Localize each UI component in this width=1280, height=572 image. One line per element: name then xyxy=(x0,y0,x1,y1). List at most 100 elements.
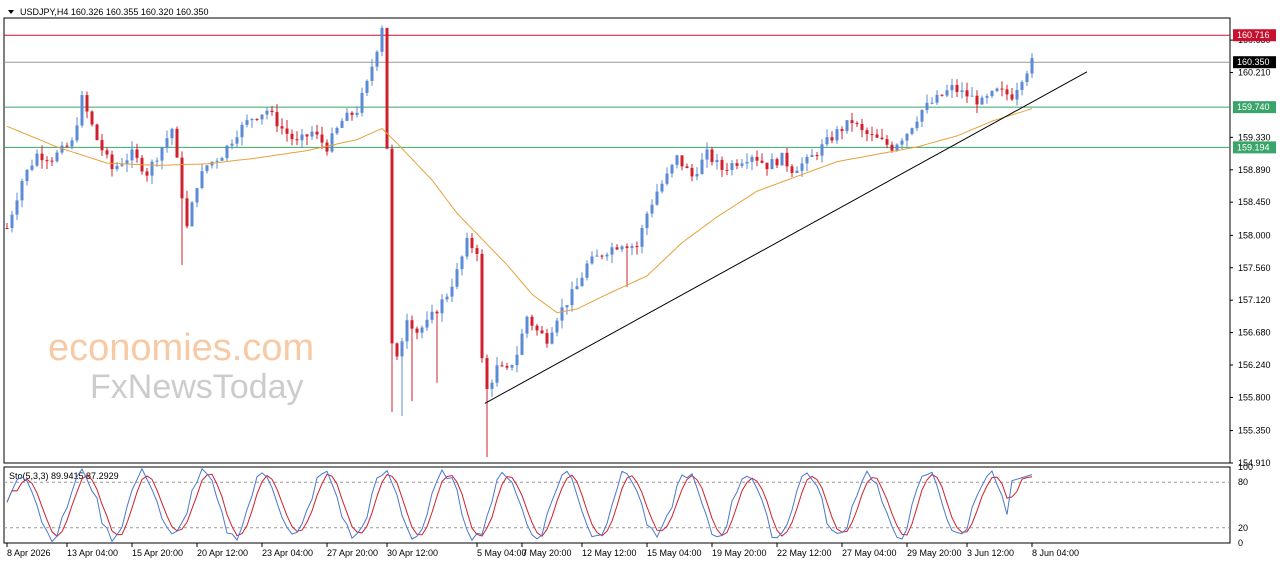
x-tick-label: 20 Apr 12:00 xyxy=(197,548,248,558)
candle-body xyxy=(235,137,239,144)
y-tick-label: 158.890 xyxy=(1238,165,1271,175)
candle-body xyxy=(450,286,454,297)
x-tick-label: 19 May 20:00 xyxy=(712,548,767,558)
candle-body xyxy=(5,227,9,229)
candle-body xyxy=(825,137,829,145)
candle-body xyxy=(975,95,979,105)
candle-body xyxy=(25,169,29,182)
chart-svg: USDJPY,H4 160.326 160.355 160.320 160.35… xyxy=(3,7,1276,558)
candle-body xyxy=(20,181,24,201)
candle-body xyxy=(1005,89,1009,95)
candle-body xyxy=(985,96,989,98)
candle-body xyxy=(230,143,234,146)
candle-body xyxy=(460,256,464,270)
x-tick-label: 3 Jun 12:00 xyxy=(967,548,1014,558)
candle-body xyxy=(265,110,269,115)
candle-body xyxy=(880,137,884,140)
candle-body xyxy=(385,27,389,149)
x-tick-label: 23 Apr 04:00 xyxy=(262,548,313,558)
candle-body xyxy=(680,155,684,167)
candle-body xyxy=(135,149,139,158)
candle-body xyxy=(325,142,329,152)
candle-body xyxy=(930,102,934,104)
candle-body xyxy=(650,204,654,214)
candle-body xyxy=(875,134,879,138)
candle-body xyxy=(900,140,904,145)
candle-body xyxy=(795,170,799,173)
candle-body xyxy=(55,152,59,162)
x-tick-label: 27 May 04:00 xyxy=(842,548,897,558)
candle-body xyxy=(410,320,414,329)
candle-body xyxy=(600,255,604,257)
candle-body xyxy=(995,88,999,92)
stoch-y-tick-label: 100 xyxy=(1238,462,1253,472)
candle-body xyxy=(275,112,279,127)
candle-body xyxy=(475,248,479,254)
candle-body xyxy=(950,85,954,91)
candle-body xyxy=(295,139,299,141)
candle-body xyxy=(10,214,14,229)
stoch-y-tick-label: 0 xyxy=(1238,538,1243,548)
y-tick-label: 158.000 xyxy=(1238,230,1271,240)
candle-body xyxy=(420,327,424,333)
candle-body xyxy=(330,133,334,152)
candle-body xyxy=(575,286,579,290)
candle-body xyxy=(510,365,514,368)
candle-body xyxy=(130,149,134,161)
candle-body xyxy=(350,112,354,115)
candle-body xyxy=(610,247,614,255)
candle-body xyxy=(835,129,839,141)
candle-body xyxy=(480,253,484,359)
candle-body xyxy=(310,131,314,137)
candle-body xyxy=(980,97,984,105)
candle-body xyxy=(910,128,914,134)
candle-body xyxy=(115,165,119,170)
candle-body xyxy=(355,112,359,115)
candle-body xyxy=(170,128,174,139)
stoch-y-tick-label: 20 xyxy=(1238,523,1248,533)
candle-body xyxy=(250,118,254,121)
candle-body xyxy=(215,160,219,162)
candle-body xyxy=(955,85,959,92)
candle-body xyxy=(840,129,844,132)
candle-body xyxy=(360,92,364,113)
y-tick-label: 155.800 xyxy=(1238,392,1271,402)
stoch-y-tick-label: 80 xyxy=(1238,477,1248,487)
candle-body xyxy=(50,160,54,162)
candle-body xyxy=(655,191,659,205)
candle-body xyxy=(220,158,224,161)
candle-body xyxy=(805,157,809,164)
candle-body xyxy=(280,126,284,129)
candle-body xyxy=(695,174,699,177)
watermark-fxnewstoday: FxNewsToday xyxy=(90,368,304,406)
y-tick-label: 159.330 xyxy=(1238,132,1271,142)
candle-body xyxy=(155,160,159,162)
candle-body xyxy=(225,145,229,159)
candle-body xyxy=(785,152,789,167)
y-tick-label: 157.560 xyxy=(1238,263,1271,273)
candle-body xyxy=(770,159,774,170)
candle-body xyxy=(700,159,704,175)
candle-body xyxy=(395,343,399,357)
candle-body xyxy=(110,154,114,170)
candle-body xyxy=(465,237,469,257)
candle-body xyxy=(75,125,79,141)
candle-body xyxy=(1025,73,1029,83)
candle-body xyxy=(665,173,669,184)
candle-body xyxy=(750,156,754,162)
candle-body xyxy=(315,131,319,135)
candle-body xyxy=(1030,58,1034,74)
candle-body xyxy=(35,153,39,166)
candle-body xyxy=(845,120,849,132)
candle-body xyxy=(555,320,559,333)
candle-body xyxy=(585,263,589,278)
candle-body xyxy=(525,316,529,334)
candle-body xyxy=(165,138,169,148)
candle-body xyxy=(70,140,74,147)
candle-body xyxy=(390,148,394,344)
candle-body xyxy=(570,289,574,306)
candle-body xyxy=(240,124,244,138)
candle-body xyxy=(405,320,409,342)
candle-body xyxy=(535,325,539,331)
candle-body xyxy=(90,111,94,125)
